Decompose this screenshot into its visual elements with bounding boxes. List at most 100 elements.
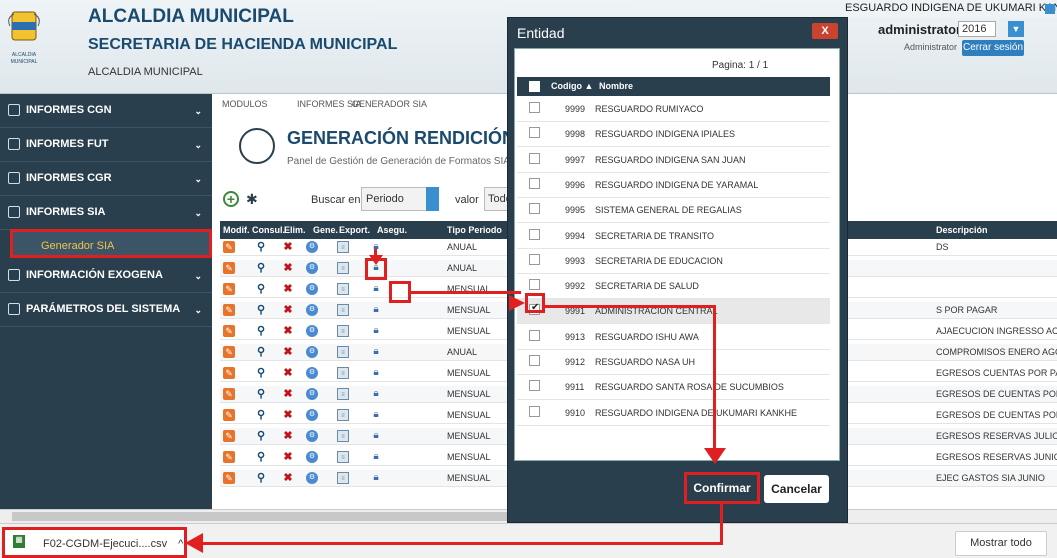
generate-icon[interactable]: ⚙: [306, 346, 318, 358]
breadcrumb-generador-sia[interactable]: GENERADOR SIA: [352, 99, 427, 109]
dialog-row[interactable]: 9910 RESGUARDO INDIGENA DE UKUMARI KANKHE: [517, 401, 830, 426]
dialog-row[interactable]: 9912 RESGUARDO NASA UH: [517, 350, 830, 375]
lock-icon[interactable]: 🔒︎: [370, 388, 382, 400]
generate-icon[interactable]: ⚙: [306, 367, 318, 379]
edit-icon[interactable]: ✎: [223, 241, 235, 253]
cancel-button[interactable]: Cancelar: [764, 475, 829, 503]
edit-icon[interactable]: ✎: [223, 367, 235, 379]
generate-icon[interactable]: ⚙: [306, 409, 318, 421]
search-icon[interactable]: ⚲: [255, 262, 267, 274]
logout-button[interactable]: Cerrar sesión: [962, 40, 1024, 56]
dialog-row[interactable]: 9913 RESGUARDO ISHU AWA: [517, 325, 830, 350]
search-icon[interactable]: ⚲: [255, 325, 267, 337]
delete-icon[interactable]: ✖: [282, 241, 294, 253]
close-button[interactable]: X: [812, 23, 838, 39]
row-checkbox[interactable]: [529, 228, 540, 240]
col-modif[interactable]: Modif.: [223, 225, 250, 235]
row-checkbox[interactable]: [529, 102, 540, 113]
search-icon[interactable]: ⚲: [255, 304, 267, 316]
export-icon[interactable]: ≡: [337, 430, 349, 442]
row-checkbox[interactable]: [529, 253, 540, 265]
delete-icon[interactable]: ✖: [282, 388, 294, 400]
edit-icon[interactable]: ✎: [223, 283, 235, 295]
search-icon[interactable]: ⚲: [255, 388, 267, 400]
search-icon[interactable]: ⚲: [255, 283, 267, 295]
sidebar-item-informes-cgn[interactable]: INFORMES CGN ⌄: [0, 94, 212, 128]
generate-icon[interactable]: ⚙: [306, 472, 318, 484]
export-icon[interactable]: ≡: [337, 409, 349, 421]
generate-icon[interactable]: ⚙: [306, 241, 318, 253]
export-icon[interactable]: ≡: [337, 283, 349, 295]
row-checkbox[interactable]: [529, 203, 540, 215]
edit-icon[interactable]: ✎: [223, 472, 235, 484]
export-icon[interactable]: ≡: [337, 367, 349, 379]
export-icon[interactable]: ≡: [337, 325, 349, 337]
delete-icon[interactable]: ✖: [282, 304, 294, 316]
sidebar-item-parametros[interactable]: PARÁMETROS DEL SISTEMA ⌄: [0, 293, 212, 327]
dialog-row[interactable]: 9993 SECRETARIA DE EDUCACION: [517, 249, 830, 274]
show-all-button[interactable]: Mostrar todo: [955, 531, 1047, 556]
generate-icon[interactable]: ⚙: [306, 283, 318, 295]
export-icon[interactable]: ≡: [337, 346, 349, 358]
lock-icon[interactable]: 🔒︎: [370, 472, 382, 484]
row-checkbox[interactable]: [529, 355, 540, 366]
delete-icon[interactable]: ✖: [282, 430, 294, 442]
col-codigo[interactable]: Codigo ▲: [551, 81, 593, 91]
row-checkbox[interactable]: [529, 405, 540, 417]
add-icon[interactable]: +: [223, 191, 239, 207]
col-descripcion[interactable]: Descripción: [936, 225, 988, 235]
delete-icon[interactable]: ✖: [282, 472, 294, 484]
sidebar-item-informes-fut[interactable]: INFORMES FUT ⌄: [0, 128, 212, 162]
export-icon[interactable]: ≡: [337, 388, 349, 400]
lock-icon[interactable]: 🔒︎: [370, 304, 382, 316]
dialog-row[interactable]: 9996 RESGUARDO INDIGENA DE YARAMAL: [517, 173, 830, 198]
breadcrumb-modulos[interactable]: MODULOS: [222, 99, 268, 109]
lock-icon[interactable]: 🔒︎: [370, 283, 382, 295]
confirm-button[interactable]: Confirmar: [684, 472, 760, 504]
search-icon[interactable]: ⚲: [255, 472, 267, 484]
year-select[interactable]: 2016: [958, 21, 996, 37]
search-icon[interactable]: ⚲: [255, 241, 267, 253]
export-icon[interactable]: ≡: [337, 472, 349, 484]
edit-icon[interactable]: ✎: [223, 409, 235, 421]
search-field-select[interactable]: Periodo: [361, 187, 428, 211]
edit-icon[interactable]: ✎: [223, 304, 235, 316]
lock-icon[interactable]: 🔒︎: [370, 325, 382, 337]
edit-icon[interactable]: ✎: [223, 430, 235, 442]
delete-icon[interactable]: ✖: [282, 346, 294, 358]
delete-icon[interactable]: ✖: [282, 283, 294, 295]
dialog-row[interactable]: ✔ 9991 ADMINISTRACION CENTRAL: [517, 299, 830, 325]
search-icon[interactable]: ⚲: [255, 367, 267, 379]
generate-icon[interactable]: ⚙: [306, 262, 318, 274]
edit-icon[interactable]: ✎: [223, 346, 235, 358]
download-item[interactable]: F02-CGDM-Ejecuci....csv ^: [2, 527, 187, 558]
search-icon[interactable]: ⚲: [255, 451, 267, 463]
select-all-checkbox[interactable]: [529, 81, 540, 92]
dialog-row[interactable]: 9999 RESGUARDO RUMIYACO: [517, 97, 830, 122]
col-tipo-periodo[interactable]: Tipo Periodo: [447, 225, 502, 235]
col-export[interactable]: Export.: [339, 225, 370, 235]
row-checkbox[interactable]: [529, 177, 540, 189]
sidebar-item-exogena[interactable]: INFORMACIÓN EXOGENA ⌄: [0, 259, 212, 293]
generate-icon[interactable]: ⚙: [306, 451, 318, 463]
export-icon[interactable]: ≡: [337, 241, 349, 253]
entity-selector[interactable]: ESGUARDO INDIGENA DE UKUMARI KANKHE: [845, 2, 1057, 18]
col-consul[interactable]: Consul.: [252, 225, 285, 235]
dialog-row[interactable]: 9994 SECRETARIA DE TRANSITO: [517, 224, 830, 249]
row-checkbox[interactable]: [529, 380, 540, 392]
col-gene[interactable]: Gene.: [313, 225, 338, 235]
row-checkbox[interactable]: [529, 152, 540, 164]
dialog-row[interactable]: 9995 SISTEMA GENERAL DE REGALIAS: [517, 198, 830, 224]
generate-icon[interactable]: ⚙: [306, 430, 318, 442]
edit-icon[interactable]: ✎: [223, 325, 235, 337]
gear-icon[interactable]: ✱: [246, 191, 258, 208]
row-checkbox[interactable]: [529, 329, 540, 341]
chevron-down-icon[interactable]: [426, 187, 439, 211]
lock-icon[interactable]: 🔒︎: [370, 451, 382, 463]
dialog-row[interactable]: 9998 RESGUARDO INDIGENA IPIALES: [517, 122, 830, 148]
generate-icon[interactable]: ⚙: [306, 325, 318, 337]
export-icon[interactable]: ≡: [337, 451, 349, 463]
lock-icon[interactable]: 🔒︎: [370, 367, 382, 379]
search-icon[interactable]: ⚲: [255, 409, 267, 421]
delete-icon[interactable]: ✖: [282, 451, 294, 463]
